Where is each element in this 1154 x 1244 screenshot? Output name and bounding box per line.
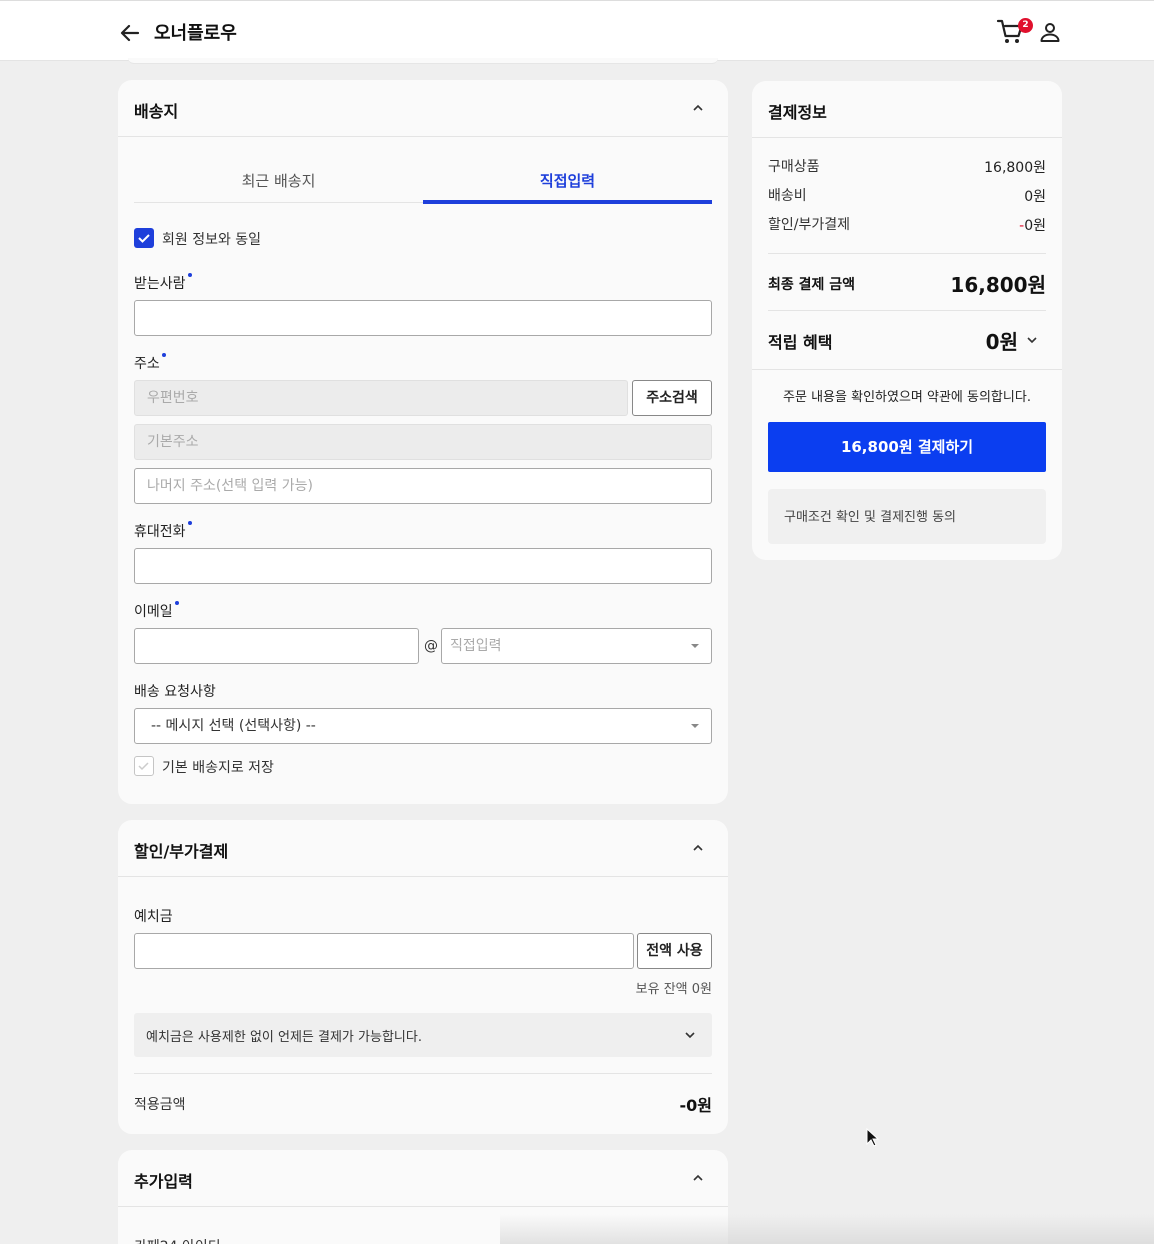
- chevron-up-icon[interactable]: [692, 1172, 704, 1184]
- payment-info-header: 결제정보: [752, 81, 1062, 138]
- delivery-request-label: 배송 요청사항: [134, 684, 216, 700]
- cafe24-id-label: 카페24 아이디: [134, 1236, 221, 1244]
- divider: [752, 369, 1062, 370]
- agree-text: 주문 내용을 확인하였으며 약관에 동의합니다.: [783, 390, 1031, 405]
- caret-down-icon: [691, 644, 699, 648]
- save-default-checkbox[interactable]: [134, 756, 154, 776]
- balance-text: 보유 잔액 0원: [635, 982, 712, 997]
- base-address-input[interactable]: 기본주소: [134, 424, 712, 460]
- divider: [134, 1073, 712, 1074]
- recipient-input[interactable]: [134, 300, 712, 336]
- final-amount-value: 16,800원: [950, 273, 1046, 297]
- back-arrow-icon[interactable]: [118, 21, 142, 45]
- user-icon[interactable]: [1038, 20, 1062, 44]
- product-total-label: 구매상품: [768, 159, 820, 175]
- same-as-member-checkbox[interactable]: [134, 228, 154, 248]
- caret-down-icon: [691, 724, 699, 728]
- shipping-fee-value: 0원: [1024, 189, 1046, 205]
- email-id-input[interactable]: [134, 628, 419, 664]
- pay-button[interactable]: 16,800원 결제하기: [768, 422, 1046, 472]
- discount-card: 할인/부가결제: [118, 820, 728, 1134]
- shipping-card-header[interactable]: 배송지: [118, 80, 728, 137]
- extra-input-card-header[interactable]: 추가입력: [118, 1150, 728, 1207]
- payment-info-title: 결제정보: [768, 103, 827, 122]
- chevron-up-icon[interactable]: [692, 102, 704, 114]
- shipping-title: 배송지: [134, 102, 179, 121]
- extra-input-title: 추가입력: [134, 1172, 193, 1191]
- deposit-label: 예치금: [134, 909, 173, 925]
- discount-label: 할인/부가결제: [768, 217, 850, 233]
- divider: [768, 310, 1046, 311]
- divider: [768, 253, 1046, 254]
- applied-amount-value: -0원: [679, 1096, 713, 1115]
- purchase-condition-agree[interactable]: 구매조건 확인 및 결제진행 동의: [768, 489, 1046, 544]
- use-all-button[interactable]: 전액 사용: [637, 933, 712, 969]
- required-dot: [162, 353, 166, 357]
- phone-input[interactable]: [134, 548, 712, 584]
- required-dot: [175, 601, 179, 605]
- bottom-shadow: [500, 1214, 1154, 1244]
- product-total-value: 16,800원: [984, 160, 1046, 176]
- reward-label: 적립 혜택: [768, 333, 833, 352]
- tab-recent-address[interactable]: 최근 배송지: [134, 143, 423, 203]
- deposit-notice-text: 예치금은 사용제한 없이 언제든 결제가 가능합니다.: [146, 1030, 422, 1045]
- required-dot: [188, 273, 192, 277]
- delivery-request-select[interactable]: -- 메시지 선택 (선택사항) --: [134, 708, 712, 744]
- applied-amount-label: 적용금액: [134, 1097, 186, 1113]
- check-icon: [138, 234, 150, 243]
- save-default-label: 기본 배송지로 저장: [162, 760, 274, 776]
- address-search-button[interactable]: 주소검색: [632, 380, 712, 416]
- final-amount-label: 최종 결제 금액: [768, 277, 856, 293]
- shipping-fee-label: 배송비: [768, 188, 807, 204]
- discount-value: -0원: [1019, 215, 1046, 235]
- chevron-down-icon: [685, 1032, 695, 1039]
- mouse-cursor-icon: [866, 1128, 880, 1147]
- email-domain-select[interactable]: 직접입력: [441, 628, 712, 664]
- check-icon: [138, 762, 149, 771]
- deposit-notice[interactable]: 예치금은 사용제한 없이 언제든 결제가 가능합니다.: [134, 1013, 712, 1057]
- recipient-label: 받는사람: [134, 276, 186, 292]
- required-dot: [188, 521, 192, 525]
- email-label: 이메일: [134, 604, 173, 620]
- reward-value[interactable]: 0원: [966, 326, 1018, 355]
- chevron-up-icon[interactable]: [692, 842, 704, 854]
- zipcode-input[interactable]: 우편번호: [134, 380, 628, 416]
- brand-title: 오너플로우: [154, 23, 237, 44]
- discount-card-header[interactable]: 할인/부가결제: [118, 820, 728, 877]
- discount-amount: 0원: [1024, 218, 1046, 234]
- tab-direct-input[interactable]: 직접입력: [423, 143, 712, 204]
- email-at-sign: @: [424, 638, 438, 654]
- discount-title: 할인/부가결제: [134, 842, 229, 861]
- address-label: 주소: [134, 356, 160, 372]
- detail-address-input[interactable]: 나머지 주소(선택 입력 가능): [134, 468, 712, 504]
- phone-label: 휴대전화: [134, 524, 186, 540]
- previous-card-edge: [128, 58, 718, 64]
- chevron-down-icon[interactable]: [1026, 334, 1038, 346]
- deposit-input[interactable]: [134, 933, 634, 969]
- cart-count-badge: 2: [1018, 18, 1033, 33]
- top-header: 오너플로우 2: [0, 0, 1154, 61]
- same-as-member-label: 회원 정보와 동일: [162, 232, 262, 248]
